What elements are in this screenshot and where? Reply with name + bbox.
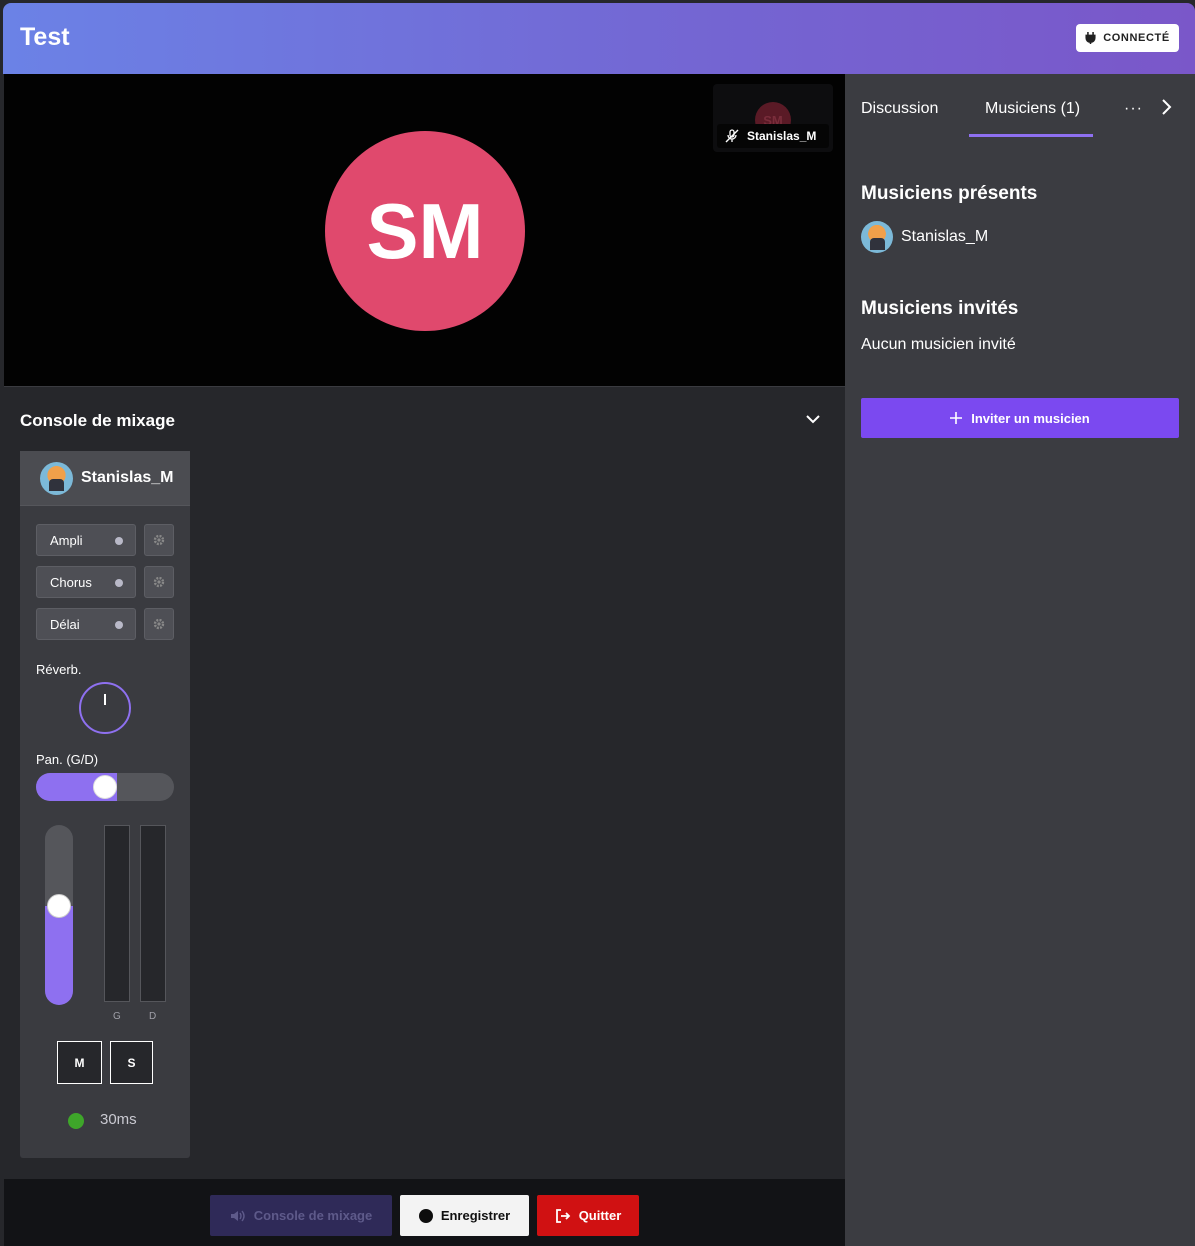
latency-status-indicator bbox=[68, 1113, 84, 1129]
video-stage: SM SM Stanislas_M bbox=[4, 74, 845, 386]
solo-button[interactable]: S bbox=[110, 1041, 153, 1084]
chevron-down-icon[interactable] bbox=[805, 411, 821, 427]
reverb-label: Réverb. bbox=[36, 662, 82, 677]
gear-icon bbox=[153, 534, 165, 546]
chevron-right-icon[interactable] bbox=[1158, 98, 1174, 116]
present-musicians-heading: Musiciens présents bbox=[861, 183, 1038, 204]
invited-empty-message: Aucun musicien invité bbox=[861, 336, 1016, 353]
effect-label: Ampli bbox=[50, 532, 83, 548]
mute-button[interactable]: M bbox=[57, 1041, 102, 1084]
avatar bbox=[40, 461, 73, 495]
pan-slider-thumb[interactable] bbox=[93, 775, 117, 799]
meter-left-label: G bbox=[113, 1011, 121, 1022]
active-tab-indicator bbox=[969, 134, 1093, 137]
level-meter-right bbox=[140, 825, 166, 1002]
connection-status-label: CONNECTÉ bbox=[1103, 32, 1170, 44]
app-window: Test CONNECTÉ SM SM Stanislas_M Console … bbox=[3, 3, 1195, 1246]
effect-settings-chorus[interactable] bbox=[144, 566, 174, 598]
effect-toggle-delay[interactable]: Délai bbox=[36, 608, 136, 640]
mixer-toggle-label: Console de mixage bbox=[253, 1208, 373, 1223]
effect-status-dot bbox=[115, 537, 123, 545]
record-label: Enregistrer bbox=[440, 1208, 511, 1223]
more-tabs-button[interactable]: ··· bbox=[1124, 100, 1143, 118]
effect-status-dot bbox=[115, 621, 123, 629]
speaker-icon bbox=[230, 1210, 245, 1221]
effect-label: Chorus bbox=[50, 574, 92, 590]
avatar bbox=[861, 221, 893, 253]
effect-toggle-ampli[interactable]: Ampli bbox=[36, 524, 136, 556]
effect-toggle-chorus[interactable]: Chorus bbox=[36, 566, 136, 598]
mixer-title: Console de mixage bbox=[20, 411, 175, 430]
quit-label: Quitter bbox=[578, 1208, 622, 1223]
effect-settings-ampli[interactable] bbox=[144, 524, 174, 556]
member-name: Stanislas_M bbox=[901, 228, 989, 245]
participant-thumbnail[interactable]: SM Stanislas_M bbox=[713, 84, 833, 152]
record-icon bbox=[418, 1208, 433, 1223]
invite-musician-button[interactable]: Inviter un musicien bbox=[861, 398, 1179, 438]
gear-icon bbox=[153, 576, 165, 588]
thumbnail-name: Stanislas_M bbox=[747, 129, 817, 143]
main-participant-avatar: SM bbox=[325, 131, 525, 331]
effect-label: Délai bbox=[50, 616, 80, 632]
mixer-toggle-button[interactable]: Console de mixage bbox=[210, 1195, 392, 1236]
volume-fader-fill bbox=[45, 906, 73, 1005]
latency-value: 30ms bbox=[100, 1111, 137, 1128]
effect-settings-delay[interactable] bbox=[144, 608, 174, 640]
quit-button[interactable]: Quitter bbox=[537, 1195, 639, 1236]
invited-musicians-heading: Musiciens invités bbox=[861, 298, 1019, 319]
thumbnail-name-tag: Stanislas_M bbox=[717, 124, 829, 148]
channel-name: Stanislas_M bbox=[81, 469, 174, 486]
channel-strip: Stanislas_M Ampli Chorus Délai Réverb. P… bbox=[20, 451, 190, 1158]
header-bar: Test CONNECTÉ bbox=[3, 3, 1195, 74]
meter-right-label: D bbox=[149, 1011, 157, 1022]
volume-fader-thumb[interactable] bbox=[47, 894, 71, 918]
record-button[interactable]: Enregistrer bbox=[400, 1195, 529, 1236]
level-meter-left bbox=[104, 825, 130, 1002]
plug-icon bbox=[1085, 32, 1096, 44]
pan-label: Pan. (G/D) bbox=[36, 752, 99, 767]
tab-musicians[interactable]: Musiciens (1) bbox=[985, 100, 1080, 118]
plus-icon bbox=[950, 412, 963, 424]
mic-muted-icon bbox=[725, 129, 739, 143]
page-title: Test bbox=[20, 23, 70, 51]
tab-discussion[interactable]: Discussion bbox=[861, 100, 938, 118]
list-item[interactable]: Stanislas_M bbox=[861, 221, 988, 253]
invite-musician-label: Inviter un musicien bbox=[971, 410, 1090, 426]
effect-status-dot bbox=[115, 579, 123, 587]
right-sidebar: Discussion Musiciens (1) ··· Musiciens p… bbox=[845, 74, 1195, 1246]
mixing-console: Console de mixage Stanislas_M Ampli Chor… bbox=[4, 386, 845, 1179]
connection-status-button[interactable]: CONNECTÉ bbox=[1076, 24, 1179, 52]
gear-icon bbox=[153, 618, 165, 630]
exit-icon bbox=[555, 1208, 570, 1223]
reverb-knob[interactable] bbox=[79, 682, 131, 734]
channel-header: Stanislas_M bbox=[20, 451, 190, 506]
bottom-toolbar: Console de mixage Enregistrer Quitter bbox=[4, 1179, 845, 1246]
